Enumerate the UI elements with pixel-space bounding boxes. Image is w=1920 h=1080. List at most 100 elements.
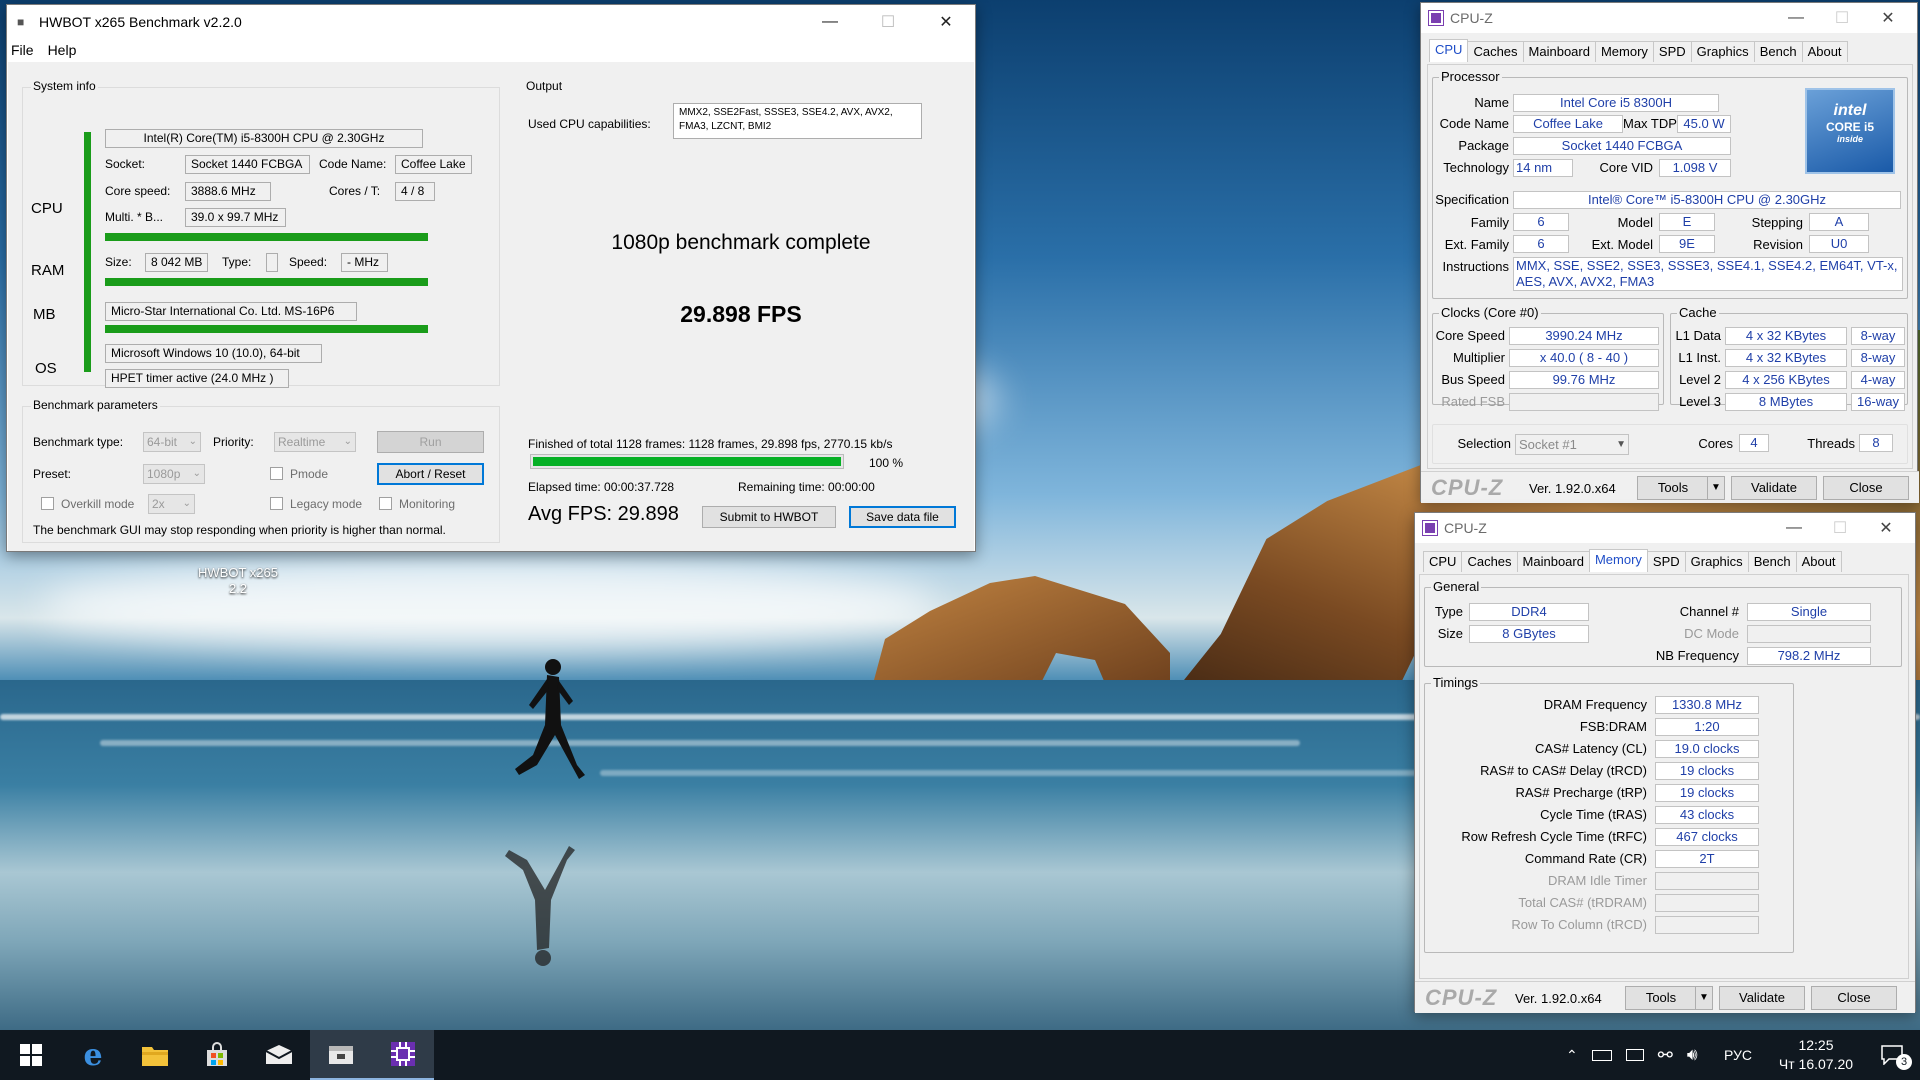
ratedfsb-label: Rated FSB (1441, 394, 1505, 409)
clocks-title: Clocks (Core #0) (1439, 305, 1541, 320)
hwbot-app-icon: ■ (17, 15, 25, 29)
timing-value (1655, 872, 1759, 890)
timing-label: FSB:DRAM (1579, 719, 1647, 734)
maxtdp-value: 45.0 W (1677, 115, 1731, 133)
l3-value: 8 MBytes (1725, 393, 1847, 411)
monitoring-checkbox[interactable] (379, 497, 392, 510)
battery-icon[interactable] (1591, 1049, 1612, 1061)
tab-memory[interactable]: Memory (1594, 41, 1654, 62)
memsize-label: Size (1437, 626, 1463, 641)
timing-value: 19 clocks (1655, 784, 1759, 802)
notification-count-badge: 3 (1896, 1054, 1912, 1070)
validate-button[interactable]: Validate (1719, 986, 1805, 1010)
instructions-label: Instructions (1442, 259, 1509, 274)
close-icon[interactable]: ✕ (917, 5, 975, 39)
desktop-icon-hwbot[interactable]: HWBOT x265 2.2 (186, 565, 290, 597)
legacy-checkbox[interactable] (270, 497, 283, 510)
timing-value: 467 clocks (1655, 828, 1759, 846)
mail-icon[interactable] (248, 1030, 310, 1080)
ram-size-field: 8 042 MB (145, 253, 208, 272)
intel-logo-model: CORE i5 (1825, 120, 1874, 134)
remaining-time: Remaining time: 00:00:00 (738, 480, 875, 494)
tools-button[interactable]: Tools (1637, 476, 1709, 500)
file-explorer-icon[interactable] (124, 1030, 186, 1080)
cpu-name-field: Intel(R) Core(TM) i5-8300H CPU @ 2.30GHz (105, 129, 423, 148)
tab-memory[interactable]: Memory (1588, 549, 1648, 572)
selection-value: Socket #1 (1519, 437, 1577, 452)
selection-select[interactable]: Socket #1 ▼ (1515, 434, 1629, 455)
notification-center-icon[interactable]: 3 (1870, 1030, 1914, 1080)
windows-start-icon[interactable] (0, 1030, 62, 1080)
tools-button[interactable]: Tools (1625, 986, 1697, 1010)
tab-about[interactable]: About (1801, 41, 1848, 62)
close-button[interactable]: Close (1811, 986, 1897, 1010)
volume-icon[interactable]: 🔊︎ (1687, 1045, 1698, 1065)
tab-cpu[interactable]: CPU (1423, 551, 1463, 572)
maximize-icon[interactable]: ☐ (1817, 513, 1863, 543)
cpu-caps-label: Used CPU capabilities: (528, 117, 651, 131)
abort-reset-button[interactable]: Abort / Reset (377, 463, 484, 485)
submit-hwbot-button[interactable]: Submit to HWBOT (702, 506, 836, 528)
edge-browser-icon[interactable]: e (62, 1030, 124, 1080)
core-speed-label: Core speed: (105, 184, 171, 198)
tab-bench[interactable]: Bench (1753, 41, 1803, 62)
keyboard-icon[interactable] (1625, 1049, 1644, 1061)
tools-dropdown-icon[interactable]: ▼ (1695, 986, 1713, 1010)
chevron-up-icon[interactable]: ⌃ (1566, 1047, 1578, 1064)
benchmark-type-select[interactable]: 64-bit ⌄ (143, 432, 201, 452)
corevid-label: Core VID (1599, 160, 1653, 175)
tab-caches[interactable]: Caches (1467, 41, 1524, 62)
maximize-icon[interactable]: ☐ (859, 5, 917, 39)
save-data-button[interactable]: Save data file (849, 506, 956, 528)
name-value: Intel Core i5 8300H (1513, 94, 1719, 112)
close-button[interactable]: Close (1823, 476, 1909, 500)
menu-file[interactable]: File (11, 42, 34, 58)
maximize-icon[interactable]: ☐ (1819, 3, 1865, 33)
tab-caches[interactable]: Caches (1461, 551, 1518, 572)
minimize-icon[interactable]: — (1771, 513, 1817, 543)
tab-graphics[interactable]: Graphics (1684, 551, 1749, 572)
overkill-select[interactable]: 2x ⌄ (148, 494, 195, 514)
cache-group: Cache L1 Data 4 x 32 KBytes 8-way L1 Ins… (1670, 305, 1908, 411)
runner-figure (515, 659, 585, 779)
overkill-value: 2x (152, 497, 165, 511)
minimize-icon[interactable]: — (1773, 3, 1819, 33)
tab-bench[interactable]: Bench (1747, 551, 1797, 572)
tools-dropdown-icon[interactable]: ▼ (1707, 476, 1725, 500)
close-icon[interactable]: ✕ (1863, 513, 1909, 543)
clock[interactable]: 12:25 Чт 16.07.20 (1770, 1036, 1862, 1074)
l1i-value: 4 x 32 KBytes (1725, 349, 1847, 367)
minimize-icon[interactable]: — (801, 5, 859, 39)
preset-select[interactable]: 1080p ⌄ (143, 464, 205, 484)
tab-mainboard[interactable]: Mainboard (1516, 551, 1590, 572)
close-icon[interactable]: ✕ (1865, 3, 1911, 33)
tab-cpu[interactable]: CPU (1429, 39, 1469, 62)
run-button[interactable]: Run (377, 431, 484, 453)
store-icon[interactable] (186, 1030, 248, 1080)
priority-label: Priority: (213, 435, 254, 449)
tab-about[interactable]: About (1795, 551, 1842, 572)
pmode-checkbox[interactable] (270, 467, 283, 480)
technology-label: Technology (1443, 160, 1509, 175)
system-info-title: System info (31, 79, 98, 93)
priority-select[interactable]: Realtime ⌄ (274, 432, 356, 452)
network-globe-icon[interactable]: ⚯ (1658, 1045, 1673, 1066)
timing-label: Command Rate (CR) (1524, 851, 1647, 866)
tab-graphics[interactable]: Graphics (1690, 41, 1755, 62)
cpuz-app-icon (1422, 520, 1438, 536)
timing-value: 1:20 (1655, 718, 1759, 736)
tab-spd[interactable]: SPD (1652, 41, 1692, 62)
overkill-checkbox[interactable] (41, 497, 54, 510)
cpuz-memory-footer: CPU-Z Ver. 1.92.0.x64 Tools ▼ Validate C… (1415, 981, 1915, 1013)
tab-spd[interactable]: SPD (1646, 551, 1686, 572)
runner-reflection (505, 846, 575, 966)
taskbar-cpuz-app[interactable] (372, 1030, 434, 1080)
timing-value (1655, 916, 1759, 934)
validate-button[interactable]: Validate (1731, 476, 1817, 500)
menu-help[interactable]: Help (48, 42, 77, 58)
tab-mainboard[interactable]: Mainboard (1522, 41, 1596, 62)
timing-label: Total CAS# (tRDRAM) (1518, 895, 1647, 910)
cpuz-cpu-window: CPU-Z — ☐ ✕ CPU Caches Mainboard Memory … (1420, 2, 1919, 503)
taskbar-hwbot-app[interactable] (310, 1030, 372, 1080)
input-language[interactable]: РУС (1724, 1030, 1752, 1080)
